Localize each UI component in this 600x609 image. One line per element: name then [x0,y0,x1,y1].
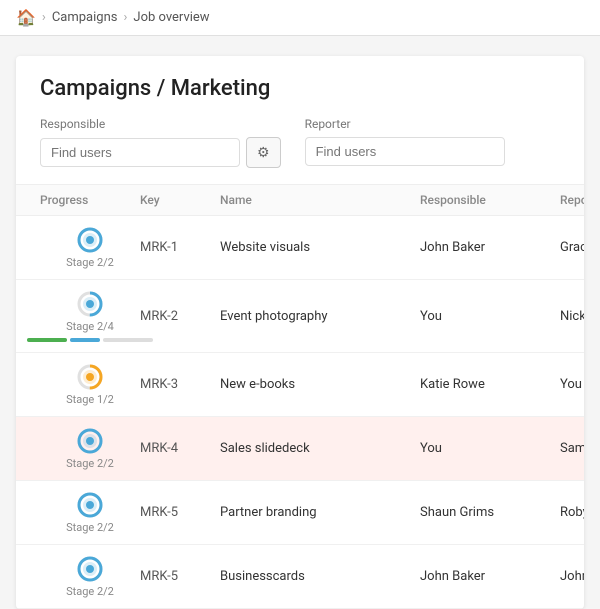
reporter-cell: Roby [560,505,584,520]
progress-bar-segment [27,338,67,342]
stage-label: Stage 1/2 [66,393,114,406]
key-cell: MRK-2 [140,309,220,324]
reporter-cell: Sam [560,441,584,456]
table-row[interactable]: Stage 1/2 MRK-3 New e-books Katie Rowe Y… [16,353,584,417]
gear-button[interactable]: ⚙ [246,137,281,168]
header-responsible: Responsible [420,193,560,207]
table-row[interactable]: Stage 2/2 MRK-5 Partner branding Shaun G… [16,481,584,545]
name-cell: Sales slidedeck [220,441,420,456]
responsible-filter-group: Responsible ⚙ [40,117,281,168]
breadcrumb-campaigns[interactable]: Campaigns [52,10,118,25]
key-cell: MRK-5 [140,569,220,584]
breadcrumb-job-overview[interactable]: Job overview [133,10,209,25]
responsible-cell: John Baker [420,240,560,255]
responsible-cell: Shaun Grims [420,505,560,520]
topbar: 🏠 › Campaigns › Job overview [0,0,600,36]
reporter-label: Reporter [305,117,505,131]
key-cell: MRK-5 [140,505,220,520]
key-cell: MRK-3 [140,377,220,392]
name-cell: Event photography [220,309,420,324]
stage-label: Stage 2/4 [66,320,114,333]
key-cell: MRK-4 [140,441,220,456]
name-cell: Website visuals [220,240,420,255]
stage-label: Stage 2/2 [66,256,114,269]
main-content: Campaigns / Marketing Responsible ⚙ Repo… [16,56,584,609]
progress-bar-segment [70,338,100,342]
name-cell: Partner branding [220,505,420,520]
reporter-cell: Nick [560,309,584,324]
responsible-cell: John Baker [420,569,560,584]
reporter-cell: You [560,377,584,392]
table-header: Progress Key Name Responsible Repo [16,185,584,216]
header-progress: Progress [40,193,140,207]
header-reporter: Repo [560,193,584,207]
progress-cell: Stage 1/2 [40,363,140,406]
stage-label: Stage 2/2 [66,457,114,470]
reporter-input[interactable] [305,137,505,166]
responsible-cell: You [420,309,560,324]
progress-cell: Stage 2/2 [40,427,140,470]
breadcrumb-sep-1: › [42,10,46,25]
stage-label: Stage 2/2 [66,585,114,598]
progress-cell: Stage 2/2 [40,491,140,534]
responsible-cell: Katie Rowe [420,377,560,392]
filter-bar: Responsible ⚙ Reporter [16,117,584,185]
header-name: Name [220,193,420,207]
progress-bar-segment [103,338,153,342]
progress-cell: Stage 2/2 [40,555,140,598]
progress-circle [76,290,104,318]
breadcrumb-sep-2: › [123,10,127,25]
table-row[interactable]: Stage 2/2 MRK-1 Website visuals John Bak… [16,216,584,280]
key-cell: MRK-1 [140,240,220,255]
table-body: Stage 2/2 MRK-1 Website visuals John Bak… [16,216,584,609]
page-title: Campaigns / Marketing [16,56,584,117]
progress-circle [76,491,104,519]
name-cell: New e-books [220,377,420,392]
progress-circle [76,555,104,583]
table-row[interactable]: Stage 2/2 MRK-5 Businesscards John Baker… [16,545,584,609]
responsible-cell: You [420,441,560,456]
name-cell: Businesscards [220,569,420,584]
reporter-cell: John [560,569,584,584]
progress-cell: Stage 2/4 [40,290,140,342]
stage-label: Stage 2/2 [66,521,114,534]
progress-circle [76,363,104,391]
reporter-cell: Grace [560,240,584,255]
header-key: Key [140,193,220,207]
reporter-filter-group: Reporter [305,117,505,166]
progress-cell: Stage 2/2 [40,226,140,269]
table-row[interactable]: Stage 2/4 MRK-2 Event photography You Ni… [16,280,584,353]
progress-circle [76,226,104,254]
table-row[interactable]: Stage 2/2 MRK-4 Sales slidedeck You Sam [16,417,584,481]
progress-circle [76,427,104,455]
responsible-label: Responsible [40,117,281,131]
home-icon[interactable]: 🏠 [16,8,36,27]
responsible-input[interactable] [40,138,240,167]
progress-bars [27,338,153,342]
